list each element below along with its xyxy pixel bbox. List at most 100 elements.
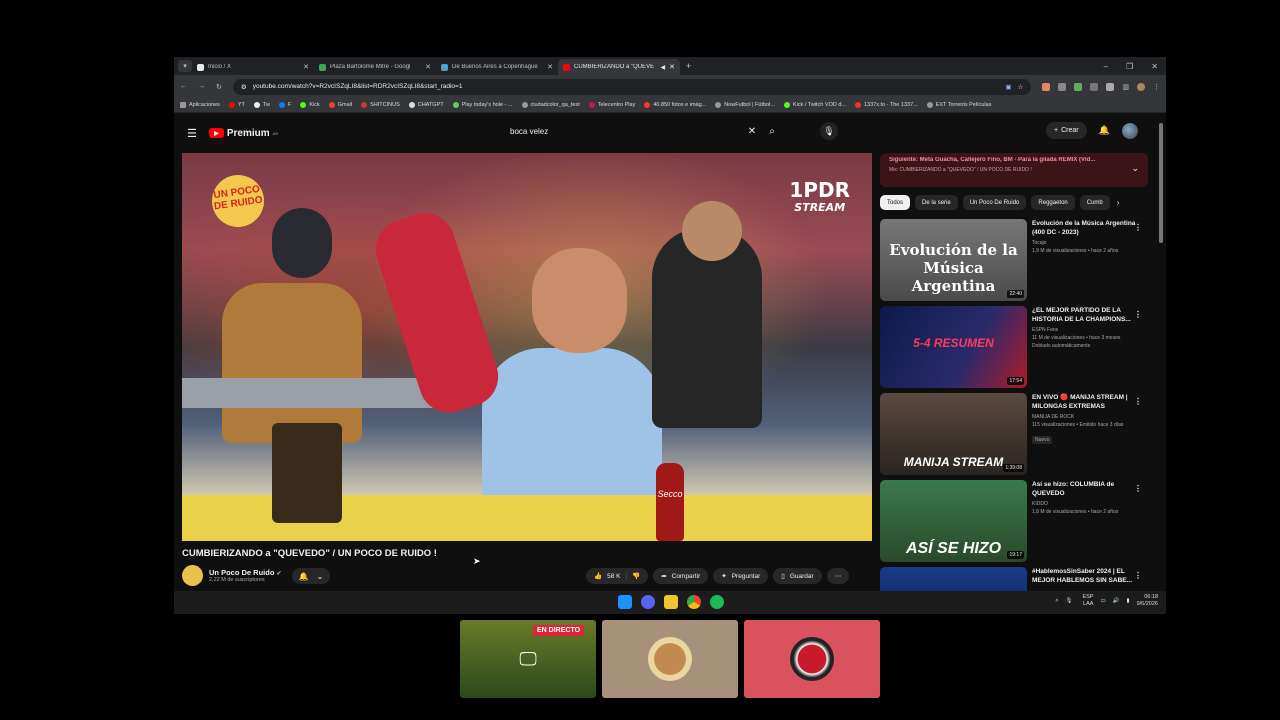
save-button[interactable]: ▯ Guardar bbox=[773, 568, 822, 584]
address-bar[interactable]: ⚙ youtube.com/watch?v=R2vcISZqLI8&list=R… bbox=[232, 78, 1032, 95]
back-icon[interactable]: ← bbox=[180, 83, 187, 90]
bookmark-gmail[interactable]: Gmail bbox=[328, 102, 352, 108]
rec-channel[interactable]: MANIJA DE ROCK bbox=[1032, 414, 1142, 420]
bookmark-shitcinus[interactable]: SHITCINUS bbox=[361, 102, 400, 108]
rec-title[interactable]: #HablemosSinSaber 2024 | EL MEJOR HABLEM… bbox=[1032, 567, 1142, 585]
rec-channel[interactable]: ESPN Fans bbox=[1032, 327, 1142, 333]
bookmark-kick[interactable]: Kick bbox=[300, 102, 320, 108]
tab-x[interactable]: Inicio / X ✕ bbox=[192, 59, 314, 75]
more-vert-icon[interactable]: ⋮ bbox=[1134, 571, 1142, 580]
ask-button[interactable]: ✦ Preguntar bbox=[713, 568, 769, 584]
chip-reggaeton[interactable]: Reggaeton bbox=[1031, 195, 1075, 210]
more-vert-icon[interactable]: ⋮ bbox=[1134, 484, 1142, 493]
star-icon[interactable]: ☆ bbox=[1018, 83, 1024, 91]
discord-icon[interactable] bbox=[641, 595, 655, 609]
clear-search-icon[interactable]: ✕ bbox=[744, 126, 760, 137]
bookmark-telecentro[interactable]: Telecentro Play bbox=[588, 102, 635, 108]
profile-icon[interactable] bbox=[1137, 82, 1145, 91]
more-actions-button[interactable]: ⋯ bbox=[826, 568, 850, 584]
bookmark-golf[interactable]: Play today's hole - ... bbox=[452, 102, 513, 108]
close-tab-icon[interactable]: ✕ bbox=[425, 63, 431, 71]
new-tab-button[interactable]: + bbox=[686, 61, 691, 71]
list-item[interactable]: Evolución de la Música Argentina 22:40 E… bbox=[880, 219, 1150, 306]
list-item[interactable]: 5-4 RESUMEN 17:54 ¿EL MEJOR PARTIDO DE L… bbox=[880, 306, 1150, 393]
tab-maps[interactable]: Plaza Bartolomé Mitre - Googl ✕ bbox=[314, 59, 436, 75]
up-next-panel[interactable]: Siguiente: Meta Guacha, Callejero Fino, … bbox=[880, 153, 1148, 187]
bookmark-chatgpt[interactable]: CHATGPT bbox=[408, 102, 444, 108]
more-vert-icon[interactable]: ⋮ bbox=[1134, 223, 1142, 232]
rec-title[interactable]: Así se hizo: COLUMBIA de QUEVEDO bbox=[1032, 480, 1142, 498]
chrome-icon[interactable] bbox=[687, 595, 701, 609]
battery-icon[interactable]: ▮ bbox=[1127, 598, 1130, 604]
channel-avatar[interactable] bbox=[182, 565, 203, 586]
rec-title[interactable]: EN VIVO 🔴 MANIJA STREAM | MILONGAS EXTRE… bbox=[1032, 393, 1142, 411]
mic-tray-icon[interactable]: 🎙 bbox=[1066, 598, 1073, 604]
close-tab-icon[interactable]: ✕ bbox=[303, 63, 309, 71]
menu-dots-icon[interactable]: ⋮ bbox=[1153, 83, 1160, 91]
subscription-bell-button[interactable]: 🔔 ⌄ bbox=[292, 568, 330, 584]
chip-channel[interactable]: Un Poco De Ruido bbox=[962, 195, 1027, 210]
like-button[interactable]: 👍 58 K | 👎 bbox=[586, 568, 649, 584]
share-button[interactable]: ➦ Compartir bbox=[653, 568, 709, 584]
language-indicator[interactable]: ESP LAA bbox=[1079, 594, 1093, 608]
notifications-bell-icon[interactable]: 🔔 bbox=[1099, 125, 1110, 136]
chevron-down-icon[interactable]: ⌄ bbox=[1131, 163, 1139, 174]
bookmark-fotos[interactable]: 40.850 fotos e imág... bbox=[644, 102, 706, 108]
participant-tile-screen[interactable]: EN DIRECTO 🖵 bbox=[460, 620, 596, 698]
tab-search-button[interactable]: ▾ bbox=[178, 60, 192, 72]
maximize-button[interactable]: ❐ bbox=[1126, 62, 1133, 71]
close-tab-icon[interactable]: ✕ bbox=[669, 63, 675, 71]
sidepanel-icon[interactable]: ▥ bbox=[1122, 83, 1129, 91]
channel-name[interactable]: Un Poco De Ruido ✔ bbox=[209, 568, 282, 577]
rec-title[interactable]: ¿EL MEJOR PARTIDO DE LA HISTORIA DE LA C… bbox=[1032, 306, 1142, 324]
rec-channel[interactable]: Tocajo bbox=[1032, 240, 1142, 246]
chip-cumbia[interactable]: Cumb bbox=[1079, 195, 1110, 210]
search-input[interactable]: boca velez bbox=[502, 127, 744, 136]
video-player[interactable]: UN POCO DE RUIDO 1PDR STREAM Secco bbox=[182, 153, 872, 541]
bookmark-nowfutbol[interactable]: NowFutbol | Fútbol... bbox=[715, 102, 775, 108]
bookmark-ext[interactable]: EXT Torrents Películas bbox=[926, 102, 991, 108]
participant-tile-dog[interactable] bbox=[602, 620, 738, 698]
windows-start-icon[interactable] bbox=[618, 595, 632, 609]
close-tab-icon[interactable]: ✕ bbox=[547, 63, 553, 71]
participant-tile-speaker[interactable] bbox=[744, 620, 880, 698]
bookmark-1337x[interactable]: 1337x.to - The 1337... bbox=[855, 102, 918, 108]
list-item[interactable]: MANIJA STREAM 1:39:08 EN VIVO 🔴 MANIJA S… bbox=[880, 393, 1150, 480]
reload-icon[interactable]: ↻ bbox=[216, 83, 222, 91]
chevron-right-icon[interactable]: › bbox=[1117, 198, 1120, 207]
extension-icon[interactable] bbox=[1074, 82, 1083, 91]
bookmark-yt[interactable]: YT bbox=[228, 102, 245, 108]
network-icon[interactable]: ▭ bbox=[1100, 598, 1105, 604]
translate-icon[interactable]: ▣ bbox=[1005, 83, 1011, 91]
more-vert-icon[interactable]: ⋮ bbox=[1134, 397, 1142, 406]
search-icon[interactable]: ⌕ bbox=[760, 126, 784, 137]
volume-icon[interactable]: 🔊 bbox=[1113, 598, 1120, 604]
extension-icon[interactable] bbox=[1090, 82, 1099, 91]
video-thumbnail[interactable]: Evolución de la Música Argentina 22:40 bbox=[880, 219, 1027, 301]
account-avatar[interactable] bbox=[1121, 122, 1138, 139]
rec-title[interactable]: Evolución de la Música Argentina (400 DC… bbox=[1032, 219, 1142, 237]
speaker-icon[interactable]: ◀ bbox=[661, 64, 666, 71]
bookmark-f[interactable]: F bbox=[278, 102, 291, 108]
clock[interactable]: 06:18 9/6/2026 bbox=[1137, 594, 1158, 608]
menu-icon[interactable]: ☰ bbox=[187, 127, 197, 140]
file-explorer-icon[interactable] bbox=[664, 595, 678, 609]
bookmark-ciudad[interactable]: ciudadcolor_qa_test bbox=[521, 102, 580, 108]
more-vert-icon[interactable]: ⋮ bbox=[1134, 310, 1142, 319]
rec-channel[interactable]: KIDDO bbox=[1032, 501, 1142, 507]
tab-youtube[interactable]: CUMBIERIZANDO a "QUEVE ◀ ✕ bbox=[558, 59, 680, 75]
minimize-button[interactable]: – bbox=[1104, 62, 1108, 71]
mic-icon[interactable]: 🎙 bbox=[820, 122, 838, 140]
youtube-logo[interactable]: ▶ Premium AR bbox=[208, 128, 278, 139]
extension-icon[interactable] bbox=[1042, 82, 1051, 91]
create-button[interactable]: + Crear bbox=[1046, 122, 1087, 139]
bookmark-apps[interactable]: Aplicaciones bbox=[180, 102, 220, 108]
scrollbar[interactable] bbox=[1159, 123, 1163, 243]
thumbs-down-icon[interactable]: 👎 bbox=[632, 572, 640, 580]
tab-flights[interactable]: De Buenos Aires a Copenhague ✕ bbox=[436, 59, 558, 75]
forward-icon[interactable]: → bbox=[198, 83, 205, 90]
site-info-icon[interactable]: ⚙ bbox=[241, 83, 247, 91]
spotify-icon[interactable] bbox=[710, 595, 724, 609]
bookmark-kickvod[interactable]: Kick / Twitch VOD d... bbox=[783, 102, 846, 108]
chip-series[interactable]: De la serie bbox=[915, 195, 958, 210]
